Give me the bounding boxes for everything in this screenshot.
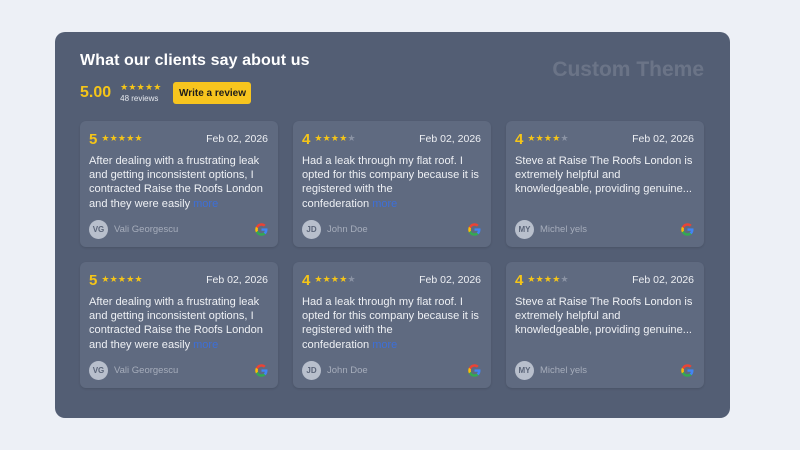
review-rating: 4 bbox=[515, 271, 524, 289]
review-header: 4 ★★★★★ Feb 02, 2026 bbox=[515, 271, 694, 289]
read-more-link[interactable]: more bbox=[193, 339, 218, 351]
review-body: Steve at Raise The Roofs London is extre… bbox=[515, 296, 693, 337]
avatar: MY bbox=[515, 220, 534, 239]
avatar: JD bbox=[302, 220, 321, 239]
review-text: After dealing with a frustrating leak an… bbox=[89, 154, 270, 211]
review-card: 4 ★★★★★ Feb 02, 2026 Steve at Raise The … bbox=[506, 121, 704, 247]
read-more-link[interactable]: more bbox=[372, 198, 397, 210]
review-author: Michel yels bbox=[540, 365, 587, 376]
review-text: After dealing with a frustrating leak an… bbox=[89, 295, 270, 352]
review-grid: 5 ★★★★★ Feb 02, 2026 After dealing with … bbox=[80, 121, 704, 388]
review-date: Feb 02, 2026 bbox=[419, 133, 481, 145]
write-review-button[interactable]: Write a review bbox=[173, 82, 252, 104]
review-text: Steve at Raise The Roofs London is extre… bbox=[515, 154, 696, 197]
star-rating-icon: ★★★★★ bbox=[527, 134, 569, 144]
widget-title: What our clients say about us bbox=[80, 52, 310, 69]
avatar: JD bbox=[302, 361, 321, 380]
review-text: Had a leak through my flat roof. I opted… bbox=[302, 295, 483, 352]
avatar: VG bbox=[89, 220, 108, 239]
review-footer: MY Michel yels bbox=[515, 361, 695, 380]
review-rating: 4 bbox=[302, 130, 311, 148]
google-icon[interactable] bbox=[467, 222, 482, 237]
star-rating-icon: ★★★★★ bbox=[101, 134, 143, 144]
review-header: 5 ★★★★★ Feb 02, 2026 bbox=[89, 130, 268, 148]
review-body: After dealing with a frustrating leak an… bbox=[89, 296, 263, 351]
review-date: Feb 02, 2026 bbox=[419, 274, 481, 286]
review-card: 4 ★★★★★ Feb 02, 2026 Had a leak through … bbox=[293, 121, 491, 247]
review-text: Had a leak through my flat roof. I opted… bbox=[302, 154, 483, 211]
google-icon[interactable] bbox=[680, 363, 695, 378]
google-icon[interactable] bbox=[467, 363, 482, 378]
review-rating: 4 bbox=[302, 271, 311, 289]
review-author: Vali Georgescu bbox=[114, 365, 179, 376]
review-date: Feb 02, 2026 bbox=[206, 133, 268, 145]
review-header: 5 ★★★★★ Feb 02, 2026 bbox=[89, 271, 268, 289]
google-icon[interactable] bbox=[254, 363, 269, 378]
review-footer: JD John Doe bbox=[302, 220, 482, 239]
rating-meta: ★★★★★ 48 reviews bbox=[120, 82, 162, 103]
google-icon[interactable] bbox=[680, 222, 695, 237]
read-more-link[interactable]: more bbox=[372, 339, 397, 351]
review-count: 48 reviews bbox=[120, 93, 159, 103]
review-date: Feb 02, 2026 bbox=[632, 133, 694, 145]
review-footer: JD John Doe bbox=[302, 361, 482, 380]
star-rating-icon: ★★★★★ bbox=[120, 82, 162, 93]
star-rating-icon: ★★★★★ bbox=[314, 134, 356, 144]
review-date: Feb 02, 2026 bbox=[206, 274, 268, 286]
review-footer: VG Vali Georgescu bbox=[89, 220, 269, 239]
review-author: John Doe bbox=[327, 224, 368, 235]
review-header: 4 ★★★★★ Feb 02, 2026 bbox=[302, 271, 481, 289]
read-more-link[interactable]: more bbox=[193, 198, 218, 210]
review-author: John Doe bbox=[327, 365, 368, 376]
review-body: After dealing with a frustrating leak an… bbox=[89, 155, 263, 210]
star-rating-icon: ★★★★★ bbox=[527, 275, 569, 285]
review-footer: MY Michel yels bbox=[515, 220, 695, 239]
review-date: Feb 02, 2026 bbox=[632, 274, 694, 286]
star-rating-icon: ★★★★★ bbox=[101, 275, 143, 285]
review-rating: 5 bbox=[89, 130, 98, 148]
review-author: Vali Georgescu bbox=[114, 224, 179, 235]
review-card: 4 ★★★★★ Feb 02, 2026 Steve at Raise The … bbox=[506, 262, 704, 388]
avatar: MY bbox=[515, 361, 534, 380]
review-text: Steve at Raise The Roofs London is extre… bbox=[515, 295, 696, 338]
average-rating: 5.00 bbox=[80, 84, 112, 101]
review-body: Steve at Raise The Roofs London is extre… bbox=[515, 155, 693, 196]
review-author: Michel yels bbox=[540, 224, 587, 235]
review-card: 4 ★★★★★ Feb 02, 2026 Had a leak through … bbox=[293, 262, 491, 388]
review-footer: VG Vali Georgescu bbox=[89, 361, 269, 380]
star-rating-icon: ★★★★★ bbox=[314, 275, 356, 285]
review-rating: 5 bbox=[89, 271, 98, 289]
reviews-widget: What our clients say about us Custom The… bbox=[55, 32, 730, 418]
review-card: 5 ★★★★★ Feb 02, 2026 After dealing with … bbox=[80, 121, 278, 247]
review-header: 4 ★★★★★ Feb 02, 2026 bbox=[302, 130, 481, 148]
google-icon[interactable] bbox=[254, 222, 269, 237]
theme-watermark: Custom Theme bbox=[552, 58, 704, 81]
review-header: 4 ★★★★★ Feb 02, 2026 bbox=[515, 130, 694, 148]
review-rating: 4 bbox=[515, 130, 524, 148]
avatar: VG bbox=[89, 361, 108, 380]
review-card: 5 ★★★★★ Feb 02, 2026 After dealing with … bbox=[80, 262, 278, 388]
rating-summary: 5.00 ★★★★★ 48 reviews Write a review bbox=[80, 82, 252, 104]
